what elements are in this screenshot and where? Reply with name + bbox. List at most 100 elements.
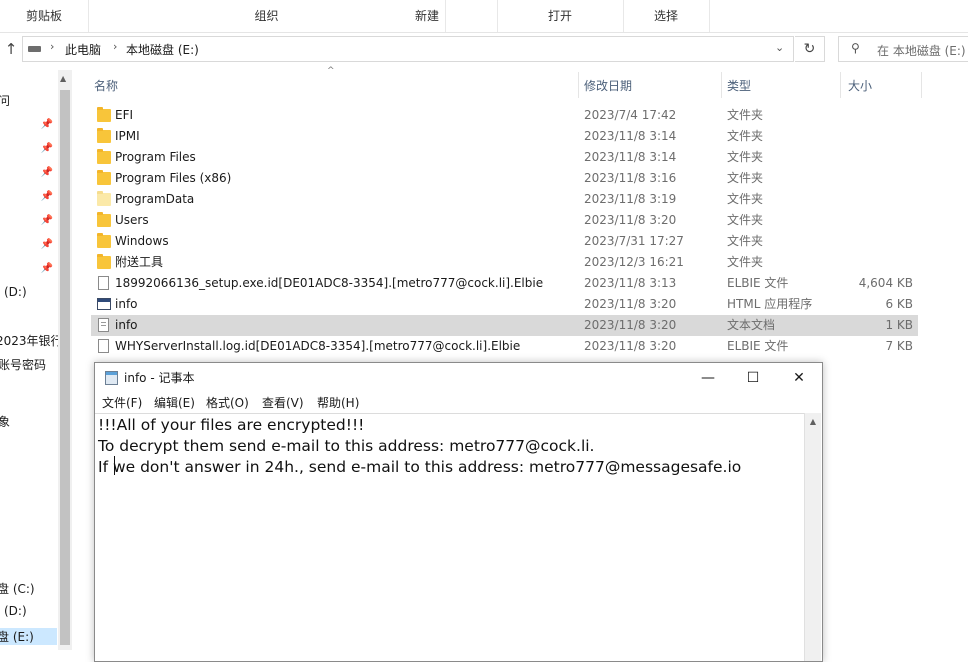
menu-view[interactable]: 查看(V) [262, 393, 304, 413]
file-type: 文件夹 [727, 108, 764, 122]
column-divider[interactable] [921, 72, 922, 98]
file-size [837, 105, 913, 126]
folder-icon [97, 233, 111, 248]
chevron-right-icon[interactable]: › [113, 40, 117, 53]
file-size: 4,604 KB [858, 276, 913, 290]
ribbon-group-select[interactable]: 选择 [623, 0, 710, 32]
text-line: !!!All of your files are encrypted!!! [98, 416, 365, 434]
column-divider[interactable] [578, 72, 579, 98]
folder-icon [97, 212, 111, 227]
nav-item[interactable]: 问 [0, 92, 10, 109]
file-row[interactable]: ProgramData 2023/11/8 3:19 文件夹 [91, 189, 918, 210]
file-row[interactable]: WHYServerInstall.log.id[DE01ADC8-3354].[… [91, 336, 918, 357]
column-header-date[interactable]: 修改日期 [584, 76, 632, 96]
notepad-scrollbar[interactable]: ▲ [804, 413, 821, 661]
pin-icon[interactable]: 📌 [40, 166, 54, 180]
file-row[interactable]: EFI 2023/7/4 17:42 文件夹 [91, 105, 918, 126]
file-row[interactable]: 附送工具 2023/12/3 16:21 文件夹 [91, 252, 918, 273]
file-name: ProgramData [115, 192, 195, 206]
nav-item[interactable]: 2023年银行 [0, 332, 58, 349]
file-size [837, 147, 913, 168]
file-name: Program Files (x86) [115, 171, 232, 185]
scroll-up-icon[interactable]: ▲ [60, 74, 66, 83]
file-name: Windows [115, 234, 169, 248]
file-row[interactable]: IPMI 2023/11/8 3:14 文件夹 [91, 126, 918, 147]
column-divider[interactable] [840, 72, 841, 98]
folder-icon [97, 107, 111, 122]
menu-edit[interactable]: 编辑(E) [154, 393, 195, 413]
ribbon-group-open[interactable]: 打开 [497, 0, 624, 32]
file-size [837, 231, 913, 252]
file-name: WHYServerInstall.log.id[DE01ADC8-3354].[… [115, 339, 521, 353]
folder-icon [97, 170, 111, 185]
notepad-text-area[interactable]: !!!All of your files are encrypted!!! To… [95, 413, 804, 662]
ribbon-group-new[interactable]: 新建 [357, 0, 498, 32]
pin-icon[interactable]: 📌 [40, 214, 54, 228]
column-header-size[interactable]: 大小 [848, 76, 872, 96]
refresh-icon[interactable]: ↻ [795, 36, 825, 62]
address-bar[interactable]: › 此电脑 › 本地磁盘 (E:) ⌄ [22, 36, 794, 62]
file-icon [98, 276, 109, 290]
file-type: 文件夹 [727, 129, 764, 143]
file-row[interactable]: info 2023/11/8 3:20 文本文档 1 KB [91, 315, 918, 336]
file-row[interactable]: Users 2023/11/8 3:20 文件夹 [91, 210, 918, 231]
file-row[interactable]: Program Files 2023/11/8 3:14 文件夹 [91, 147, 918, 168]
search-input[interactable]: ⚲ 在 本地磁盘 (E:) [838, 36, 968, 62]
up-arrow-icon[interactable]: ↑ [2, 39, 20, 59]
file-size [837, 189, 913, 210]
file-type: 文件夹 [727, 213, 764, 227]
nav-item[interactable]: 账号密码 [0, 356, 46, 373]
folder-icon [97, 128, 111, 143]
file-type: 文件夹 [727, 150, 764, 164]
minimize-button[interactable]: — [685, 363, 731, 393]
menu-help[interactable]: 帮助(H) [317, 393, 359, 413]
file-name: info [115, 297, 138, 311]
close-button[interactable]: ✕ [776, 363, 822, 393]
file-row[interactable]: info 2023/11/8 3:20 HTML 应用程序 6 KB [91, 294, 918, 315]
ribbon-group-clipboard[interactable]: 剪贴板 [0, 0, 89, 32]
menu-format[interactable]: 格式(O) [206, 393, 249, 413]
nav-item[interactable]: (D:) [4, 604, 27, 618]
pin-icon[interactable]: 📌 [40, 142, 54, 156]
file-date: 2023/12/3 16:21 [584, 255, 684, 269]
file-name: IPMI [115, 129, 140, 143]
file-name: 18992066136_setup.exe.id[DE01ADC8-3354].… [115, 276, 544, 290]
pin-icon[interactable]: 📌 [40, 190, 54, 204]
nav-item-selected[interactable]: 盘 (E:) [0, 628, 57, 645]
file-row[interactable]: Windows 2023/7/31 17:27 文件夹 [91, 231, 918, 252]
chevron-right-icon[interactable]: › [50, 40, 54, 53]
column-header-type[interactable]: 类型 [727, 76, 751, 96]
column-divider[interactable] [721, 72, 722, 98]
file-row[interactable]: 18992066136_setup.exe.id[DE01ADC8-3354].… [91, 273, 918, 294]
breadcrumb-drive-e[interactable]: 本地磁盘 (E:) [126, 41, 199, 58]
file-type: 文本文档 [727, 318, 776, 332]
menu-file[interactable]: 文件(F) [102, 393, 142, 413]
file-type: HTML 应用程序 [727, 297, 813, 311]
scroll-up-icon[interactable]: ▲ [805, 415, 821, 429]
search-icon: ⚲ [851, 41, 860, 55]
column-header-name[interactable]: 名称 [94, 76, 118, 96]
nav-scrollbar-thumb[interactable] [60, 90, 70, 645]
pin-icon[interactable]: 📌 [40, 262, 54, 276]
notepad-titlebar[interactable]: info - 记事本 — ☐ ✕ [95, 363, 822, 393]
hta-icon [97, 298, 111, 310]
file-date: 2023/11/8 3:14 [584, 129, 677, 143]
breadcrumb-this-pc[interactable]: 此电脑 [65, 41, 101, 58]
notepad-window: info - 记事本 — ☐ ✕ 文件(F) 编辑(E) 格式(O) 查看(V)… [94, 362, 823, 662]
file-size: 6 KB [885, 297, 913, 311]
file-date: 2023/11/8 3:19 [584, 192, 677, 206]
chevron-down-icon[interactable]: ⌄ [775, 41, 784, 54]
nav-item[interactable]: 盘 (C:) [0, 580, 35, 597]
pin-icon[interactable]: 📌 [40, 238, 54, 252]
ribbon: 剪贴板 组织 新建 打开 选择 [0, 0, 968, 33]
maximize-button[interactable]: ☐ [730, 363, 776, 393]
nav-item[interactable]: 象 [0, 413, 10, 430]
nav-item[interactable]: (D:) [4, 285, 27, 299]
file-date: 2023/11/8 3:20 [584, 297, 677, 311]
pin-icon[interactable]: 📌 [40, 118, 54, 132]
file-row[interactable]: Program Files (x86) 2023/11/8 3:16 文件夹 [91, 168, 918, 189]
sort-up-icon: ^ [327, 66, 335, 76]
text-caret [114, 456, 115, 475]
file-date: 2023/11/8 3:16 [584, 171, 677, 185]
file-name: info [115, 318, 138, 332]
